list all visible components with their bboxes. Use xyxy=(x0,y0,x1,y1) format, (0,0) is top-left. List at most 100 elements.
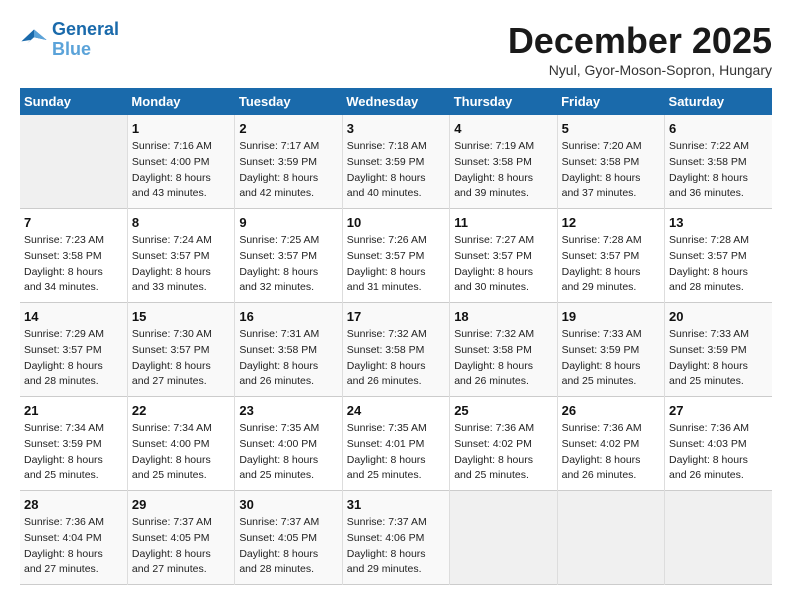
day-info: Sunrise: 7:19 AMSunset: 3:58 PMDaylight:… xyxy=(454,139,552,202)
header-cell-sunday: Sunday xyxy=(20,88,127,115)
day-cell: 2 Sunrise: 7:17 AMSunset: 3:59 PMDayligh… xyxy=(235,115,342,209)
day-number: 17 xyxy=(347,309,445,324)
day-number: 19 xyxy=(562,309,660,324)
day-cell: 27 Sunrise: 7:36 AMSunset: 4:03 PMDaylig… xyxy=(665,397,772,491)
day-info: Sunrise: 7:36 AMSunset: 4:02 PMDaylight:… xyxy=(454,421,552,484)
day-info: Sunrise: 7:20 AMSunset: 3:58 PMDaylight:… xyxy=(562,139,660,202)
day-number: 9 xyxy=(239,215,337,230)
week-row-1: 1 Sunrise: 7:16 AMSunset: 4:00 PMDayligh… xyxy=(20,115,772,209)
day-number: 23 xyxy=(239,403,337,418)
day-info: Sunrise: 7:29 AMSunset: 3:57 PMDaylight:… xyxy=(24,327,123,390)
day-info: Sunrise: 7:31 AMSunset: 3:58 PMDaylight:… xyxy=(239,327,337,390)
day-cell: 24 Sunrise: 7:35 AMSunset: 4:01 PMDaylig… xyxy=(342,397,449,491)
day-info: Sunrise: 7:28 AMSunset: 3:57 PMDaylight:… xyxy=(669,233,768,296)
day-number: 1 xyxy=(132,121,230,136)
day-number: 24 xyxy=(347,403,445,418)
day-number: 7 xyxy=(24,215,123,230)
header-cell-thursday: Thursday xyxy=(450,88,557,115)
day-cell: 14 Sunrise: 7:29 AMSunset: 3:57 PMDaylig… xyxy=(20,303,127,397)
day-number: 25 xyxy=(454,403,552,418)
day-number: 10 xyxy=(347,215,445,230)
day-info: Sunrise: 7:36 AMSunset: 4:03 PMDaylight:… xyxy=(669,421,768,484)
day-info: Sunrise: 7:26 AMSunset: 3:57 PMDaylight:… xyxy=(347,233,445,296)
day-number: 8 xyxy=(132,215,230,230)
day-cell: 31 Sunrise: 7:37 AMSunset: 4:06 PMDaylig… xyxy=(342,491,449,585)
day-number: 15 xyxy=(132,309,230,324)
header-cell-wednesday: Wednesday xyxy=(342,88,449,115)
week-row-3: 14 Sunrise: 7:29 AMSunset: 3:57 PMDaylig… xyxy=(20,303,772,397)
logo-icon xyxy=(20,26,48,54)
day-cell: 21 Sunrise: 7:34 AMSunset: 3:59 PMDaylig… xyxy=(20,397,127,491)
day-info: Sunrise: 7:30 AMSunset: 3:57 PMDaylight:… xyxy=(132,327,230,390)
week-row-4: 21 Sunrise: 7:34 AMSunset: 3:59 PMDaylig… xyxy=(20,397,772,491)
day-cell: 29 Sunrise: 7:37 AMSunset: 4:05 PMDaylig… xyxy=(127,491,234,585)
day-cell: 7 Sunrise: 7:23 AMSunset: 3:58 PMDayligh… xyxy=(20,209,127,303)
day-info: Sunrise: 7:35 AMSunset: 4:00 PMDaylight:… xyxy=(239,421,337,484)
day-cell xyxy=(450,491,557,585)
header-cell-saturday: Saturday xyxy=(665,88,772,115)
page-header: General Blue December 2025 Nyul, Gyor-Mo… xyxy=(20,20,772,78)
day-cell: 13 Sunrise: 7:28 AMSunset: 3:57 PMDaylig… xyxy=(665,209,772,303)
day-cell: 26 Sunrise: 7:36 AMSunset: 4:02 PMDaylig… xyxy=(557,397,664,491)
day-info: Sunrise: 7:28 AMSunset: 3:57 PMDaylight:… xyxy=(562,233,660,296)
day-number: 30 xyxy=(239,497,337,512)
day-number: 11 xyxy=(454,215,552,230)
day-number: 2 xyxy=(239,121,337,136)
day-info: Sunrise: 7:27 AMSunset: 3:57 PMDaylight:… xyxy=(454,233,552,296)
day-cell xyxy=(20,115,127,209)
logo-line2: Blue xyxy=(52,39,91,59)
day-cell xyxy=(557,491,664,585)
day-info: Sunrise: 7:33 AMSunset: 3:59 PMDaylight:… xyxy=(562,327,660,390)
day-number: 31 xyxy=(347,497,445,512)
day-number: 14 xyxy=(24,309,123,324)
day-cell xyxy=(665,491,772,585)
day-number: 21 xyxy=(24,403,123,418)
header-cell-tuesday: Tuesday xyxy=(235,88,342,115)
day-info: Sunrise: 7:32 AMSunset: 3:58 PMDaylight:… xyxy=(347,327,445,390)
day-cell: 18 Sunrise: 7:32 AMSunset: 3:58 PMDaylig… xyxy=(450,303,557,397)
day-number: 4 xyxy=(454,121,552,136)
day-info: Sunrise: 7:37 AMSunset: 4:05 PMDaylight:… xyxy=(239,515,337,578)
day-info: Sunrise: 7:36 AMSunset: 4:02 PMDaylight:… xyxy=(562,421,660,484)
day-info: Sunrise: 7:23 AMSunset: 3:58 PMDaylight:… xyxy=(24,233,123,296)
day-number: 16 xyxy=(239,309,337,324)
logo: General Blue xyxy=(20,20,119,60)
header-cell-friday: Friday xyxy=(557,88,664,115)
day-info: Sunrise: 7:34 AMSunset: 4:00 PMDaylight:… xyxy=(132,421,230,484)
day-cell: 12 Sunrise: 7:28 AMSunset: 3:57 PMDaylig… xyxy=(557,209,664,303)
day-cell: 11 Sunrise: 7:27 AMSunset: 3:57 PMDaylig… xyxy=(450,209,557,303)
day-number: 22 xyxy=(132,403,230,418)
day-info: Sunrise: 7:34 AMSunset: 3:59 PMDaylight:… xyxy=(24,421,123,484)
day-info: Sunrise: 7:16 AMSunset: 4:00 PMDaylight:… xyxy=(132,139,230,202)
day-info: Sunrise: 7:25 AMSunset: 3:57 PMDaylight:… xyxy=(239,233,337,296)
calendar-table: SundayMondayTuesdayWednesdayThursdayFrid… xyxy=(20,88,772,585)
day-number: 3 xyxy=(347,121,445,136)
day-cell: 8 Sunrise: 7:24 AMSunset: 3:57 PMDayligh… xyxy=(127,209,234,303)
day-info: Sunrise: 7:37 AMSunset: 4:06 PMDaylight:… xyxy=(347,515,445,578)
day-number: 5 xyxy=(562,121,660,136)
day-cell: 3 Sunrise: 7:18 AMSunset: 3:59 PMDayligh… xyxy=(342,115,449,209)
day-info: Sunrise: 7:24 AMSunset: 3:57 PMDaylight:… xyxy=(132,233,230,296)
day-cell: 28 Sunrise: 7:36 AMSunset: 4:04 PMDaylig… xyxy=(20,491,127,585)
day-info: Sunrise: 7:37 AMSunset: 4:05 PMDaylight:… xyxy=(132,515,230,578)
day-number: 20 xyxy=(669,309,768,324)
day-number: 28 xyxy=(24,497,123,512)
day-info: Sunrise: 7:22 AMSunset: 3:58 PMDaylight:… xyxy=(669,139,768,202)
week-row-5: 28 Sunrise: 7:36 AMSunset: 4:04 PMDaylig… xyxy=(20,491,772,585)
day-cell: 17 Sunrise: 7:32 AMSunset: 3:58 PMDaylig… xyxy=(342,303,449,397)
day-info: Sunrise: 7:33 AMSunset: 3:59 PMDaylight:… xyxy=(669,327,768,390)
day-cell: 20 Sunrise: 7:33 AMSunset: 3:59 PMDaylig… xyxy=(665,303,772,397)
day-number: 12 xyxy=(562,215,660,230)
day-cell: 4 Sunrise: 7:19 AMSunset: 3:58 PMDayligh… xyxy=(450,115,557,209)
day-number: 27 xyxy=(669,403,768,418)
week-row-2: 7 Sunrise: 7:23 AMSunset: 3:58 PMDayligh… xyxy=(20,209,772,303)
day-cell: 22 Sunrise: 7:34 AMSunset: 4:00 PMDaylig… xyxy=(127,397,234,491)
day-cell: 6 Sunrise: 7:22 AMSunset: 3:58 PMDayligh… xyxy=(665,115,772,209)
day-info: Sunrise: 7:32 AMSunset: 3:58 PMDaylight:… xyxy=(454,327,552,390)
day-cell: 5 Sunrise: 7:20 AMSunset: 3:58 PMDayligh… xyxy=(557,115,664,209)
day-cell: 15 Sunrise: 7:30 AMSunset: 3:57 PMDaylig… xyxy=(127,303,234,397)
header-cell-monday: Monday xyxy=(127,88,234,115)
logo-line1: General xyxy=(52,19,119,39)
day-info: Sunrise: 7:35 AMSunset: 4:01 PMDaylight:… xyxy=(347,421,445,484)
day-cell: 16 Sunrise: 7:31 AMSunset: 3:58 PMDaylig… xyxy=(235,303,342,397)
